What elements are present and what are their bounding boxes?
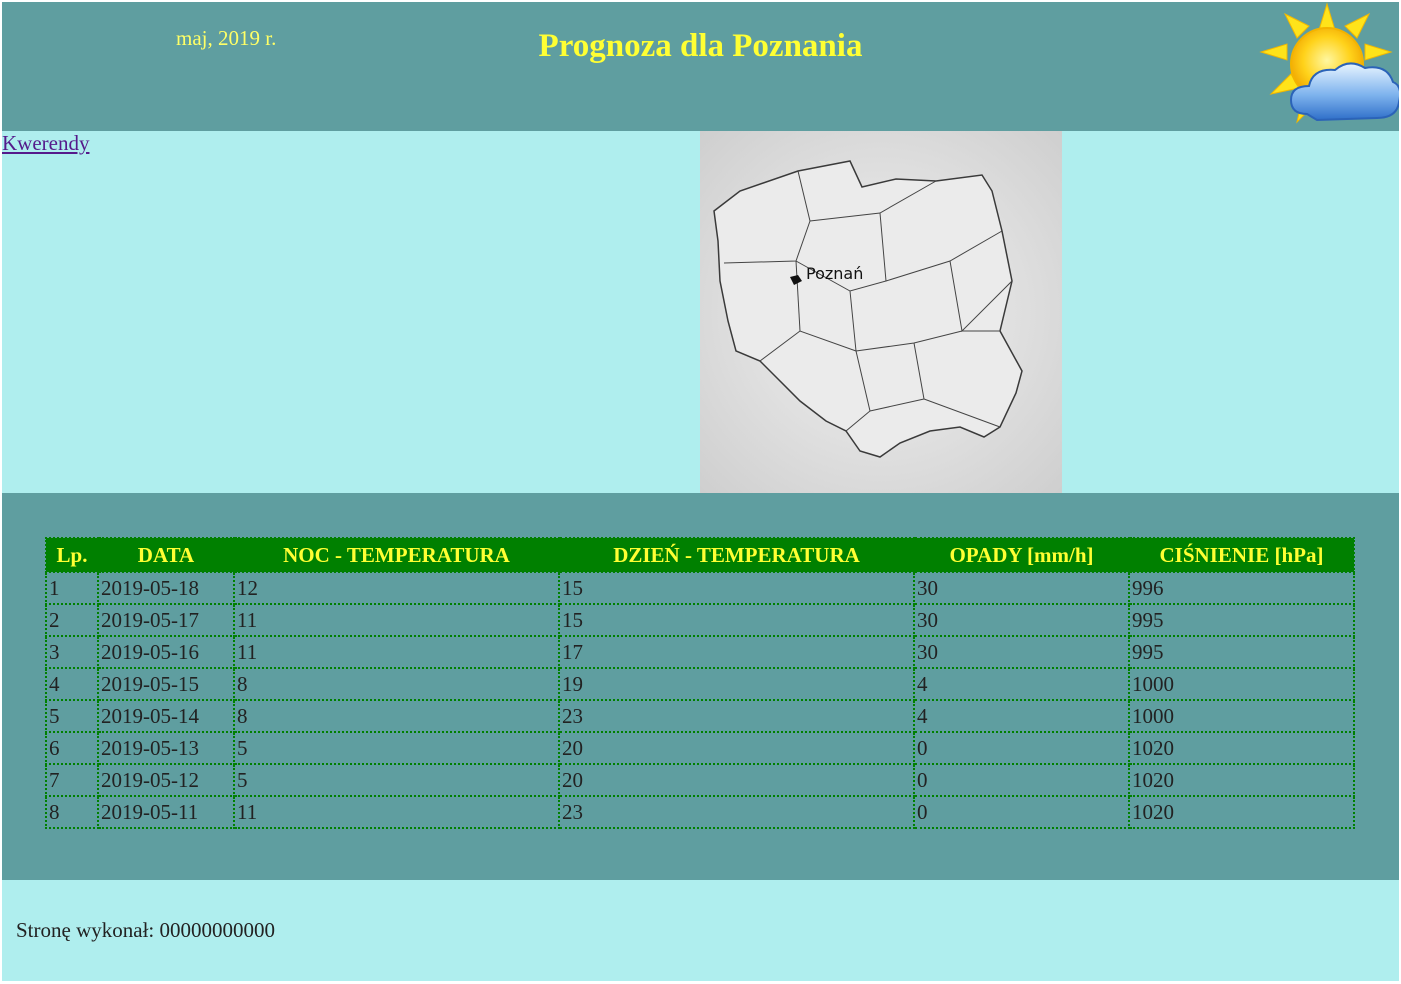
table-row: 8 2019-05-11 11 23 0 1020	[45, 795, 1355, 829]
footer-text: Stronę wykonał: 00000000000	[16, 918, 275, 942]
cell-night-temp: 5	[233, 763, 560, 797]
cell-date: 2019-05-13	[97, 731, 235, 765]
main-section: Lp. DATA NOC - TEMPERATURA DZIEŃ - TEMPE…	[2, 493, 1399, 880]
cell-lp: 1	[45, 571, 99, 605]
cell-day-temp: 17	[558, 635, 915, 669]
cell-pressure: 1000	[1128, 699, 1355, 733]
header-pressure: CIŚNIENIE [hPa]	[1128, 537, 1355, 573]
cell-day-temp: 15	[558, 603, 915, 637]
cell-day-temp: 23	[558, 795, 915, 829]
cell-night-temp: 8	[233, 667, 560, 701]
cell-precip: 30	[913, 571, 1130, 605]
cell-night-temp: 12	[233, 571, 560, 605]
cell-date: 2019-05-14	[97, 699, 235, 733]
page-title: Prognoza dla Poznania	[538, 28, 863, 64]
cell-lp: 3	[45, 635, 99, 669]
header-night-temp: NOC - TEMPERATURA	[233, 537, 560, 573]
sun-with-cloud-icon	[1259, 2, 1399, 124]
header-lp: Lp.	[45, 537, 99, 573]
cell-lp: 8	[45, 795, 99, 829]
left-panel: Kwerendy	[2, 131, 700, 493]
map-city-label: Poznań	[806, 264, 863, 283]
cell-precip: 30	[913, 635, 1130, 669]
poland-map-image: Poznań	[700, 131, 1062, 493]
queries-link[interactable]: Kwerendy	[2, 131, 89, 155]
cell-day-temp: 15	[558, 571, 915, 605]
cell-pressure: 995	[1128, 635, 1355, 669]
cell-pressure: 1020	[1128, 731, 1355, 765]
cell-precip: 0	[913, 731, 1130, 765]
banner: maj, 2019 r. Prognoza dla Poznania	[2, 2, 1399, 131]
table-row: 5 2019-05-14 8 23 4 1000	[45, 699, 1355, 733]
cell-night-temp: 8	[233, 699, 560, 733]
cell-night-temp: 11	[233, 635, 560, 669]
cell-date: 2019-05-17	[97, 603, 235, 637]
cell-night-temp: 11	[233, 603, 560, 637]
cell-night-temp: 5	[233, 731, 560, 765]
cell-day-temp: 23	[558, 699, 915, 733]
table-row: 1 2019-05-18 12 15 30 996	[45, 571, 1355, 605]
cell-precip: 30	[913, 603, 1130, 637]
cell-precip: 0	[913, 763, 1130, 797]
cell-date: 2019-05-18	[97, 571, 235, 605]
cell-day-temp: 19	[558, 667, 915, 701]
page: maj, 2019 r. Prognoza dla Poznania Kwere…	[2, 2, 1399, 981]
cell-pressure: 1000	[1128, 667, 1355, 701]
cell-night-temp: 11	[233, 795, 560, 829]
cell-day-temp: 20	[558, 731, 915, 765]
cell-pressure: 1020	[1128, 795, 1355, 829]
cell-date: 2019-05-16	[97, 635, 235, 669]
table-row: 2 2019-05-17 11 15 30 995	[45, 603, 1355, 637]
cell-lp: 5	[45, 699, 99, 733]
cell-lp: 7	[45, 763, 99, 797]
cell-pressure: 1020	[1128, 763, 1355, 797]
table-row: 6 2019-05-13 5 20 0 1020	[45, 731, 1355, 765]
table-row: 4 2019-05-15 8 19 4 1000	[45, 667, 1355, 701]
right-panel: Poznań	[700, 131, 1399, 493]
cell-lp: 2	[45, 603, 99, 637]
table-row: 3 2019-05-16 11 17 30 995	[45, 635, 1355, 669]
header-day-temp: DZIEŃ - TEMPERATURA	[558, 537, 915, 573]
cell-pressure: 995	[1128, 603, 1355, 637]
cell-lp: 4	[45, 667, 99, 701]
table-header-row: Lp. DATA NOC - TEMPERATURA DZIEŃ - TEMPE…	[45, 537, 1355, 573]
cell-date: 2019-05-15	[97, 667, 235, 701]
cell-precip: 4	[913, 667, 1130, 701]
footer: Stronę wykonał: 00000000000	[2, 880, 1399, 981]
header-date: DATA	[97, 537, 235, 573]
table-row: 7 2019-05-12 5 20 0 1020	[45, 763, 1355, 797]
cell-date: 2019-05-11	[97, 795, 235, 829]
cell-precip: 0	[913, 795, 1130, 829]
forecast-table: Lp. DATA NOC - TEMPERATURA DZIEŃ - TEMPE…	[45, 537, 1355, 829]
cell-pressure: 996	[1128, 571, 1355, 605]
cell-precip: 4	[913, 699, 1130, 733]
header-precip: OPADY [mm/h]	[913, 537, 1130, 573]
cell-day-temp: 20	[558, 763, 915, 797]
cell-lp: 6	[45, 731, 99, 765]
cell-date: 2019-05-12	[97, 763, 235, 797]
